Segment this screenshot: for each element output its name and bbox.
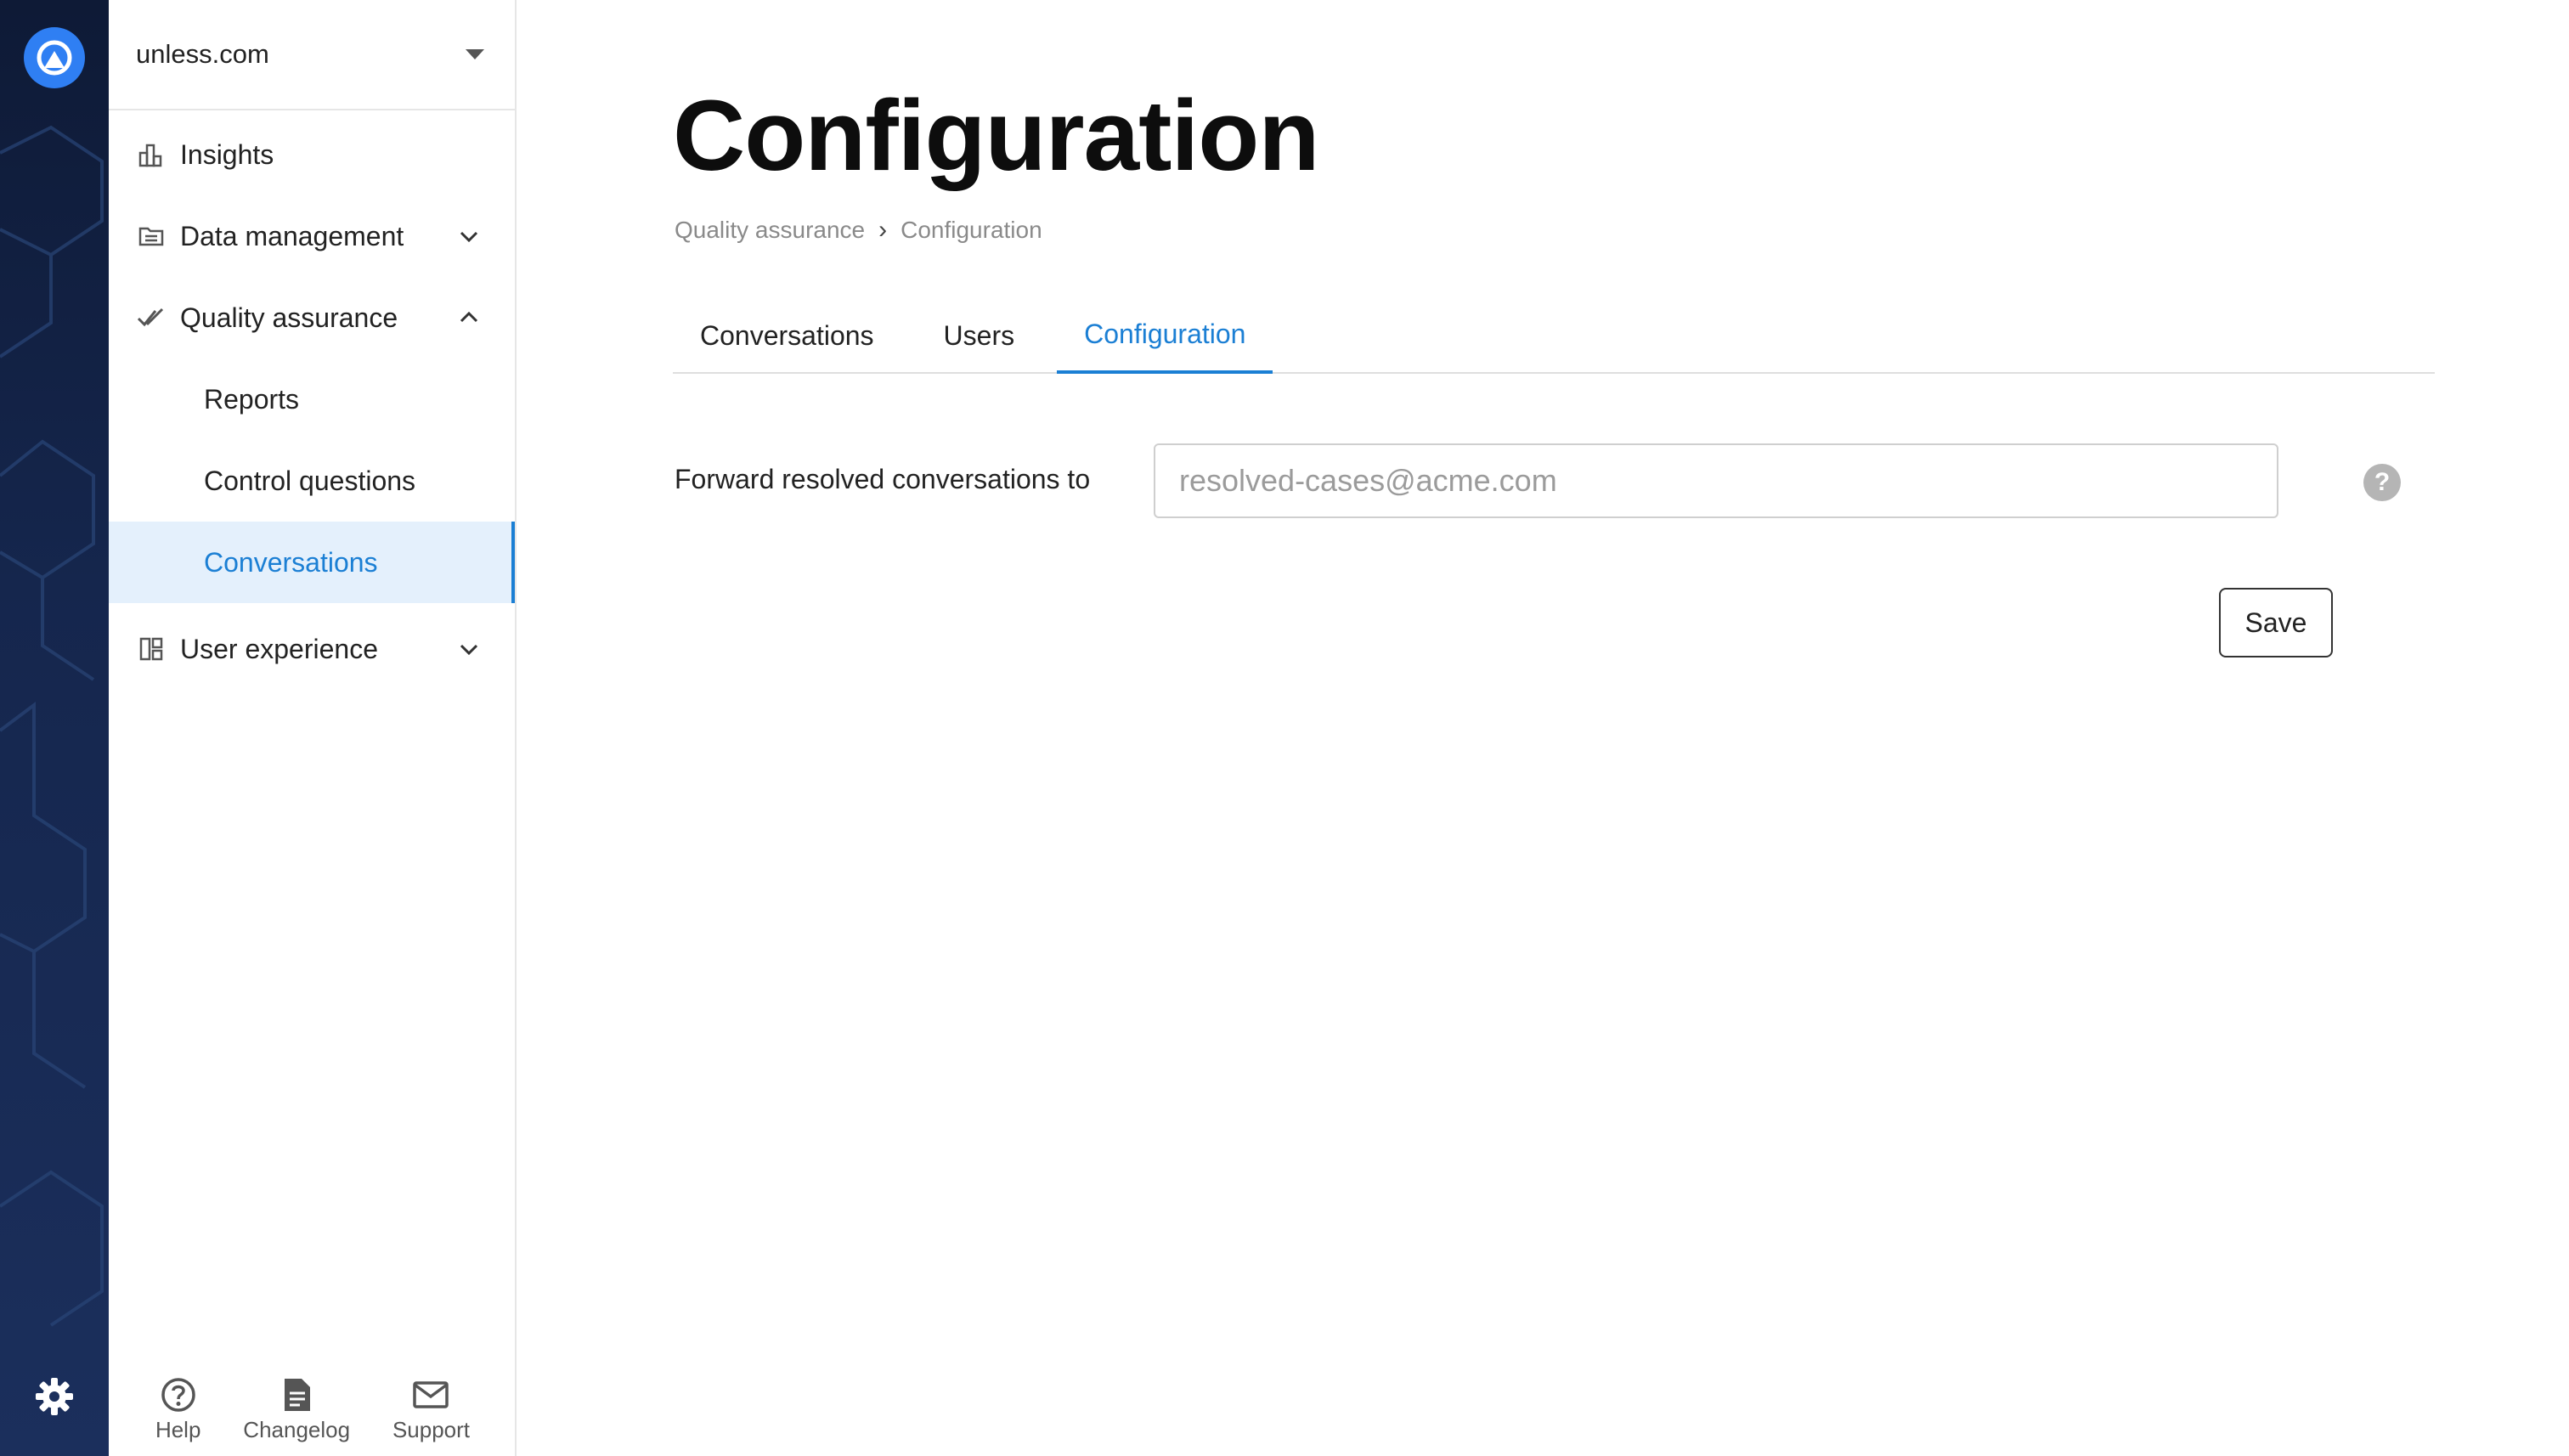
folder-icon	[136, 221, 167, 251]
chevron-down-icon[interactable]	[457, 224, 481, 248]
breadcrumb-current: Configuration	[901, 217, 1042, 243]
forward-email-label: Forward resolved conversations to	[675, 464, 1091, 494]
sidebar-subitem-conversations[interactable]: Conversations	[109, 522, 515, 603]
sidebar-subitem-label: Conversations	[204, 546, 378, 578]
tab-users[interactable]: Users	[917, 297, 1042, 374]
tab-conversations[interactable]: Conversations	[673, 297, 901, 374]
changelog-label: Changelog	[243, 1416, 351, 1442]
forward-email-input[interactable]	[1154, 443, 2278, 518]
workspace-switcher[interactable]: unless.com	[109, 0, 515, 110]
sidebar-item-insights[interactable]: Insights	[109, 114, 515, 195]
sidebar-subitem-label: Reports	[204, 383, 300, 415]
sidebar-item-label: Insights	[180, 138, 274, 170]
settings-gear-icon[interactable]	[34, 1376, 75, 1417]
help-tooltip-icon[interactable]: ?	[2363, 464, 2401, 501]
app-logo[interactable]	[24, 27, 85, 88]
sidebar-item-label: Quality assurance	[180, 302, 398, 333]
sidebar-nav: Insights Data management Quality assuran…	[109, 114, 515, 690]
sidebar-subitem-control-questions[interactable]: Control questions	[109, 440, 515, 522]
sidebar-item-label: User experience	[180, 633, 378, 664]
sidebar-subitem-reports[interactable]: Reports	[109, 358, 515, 440]
breadcrumb-link[interactable]: Quality assurance	[675, 217, 865, 244]
sidebar-item-data-management[interactable]: Data management	[109, 195, 515, 277]
background-pattern	[0, 125, 104, 1327]
document-icon	[285, 1378, 311, 1411]
check-icon	[136, 302, 167, 333]
workspace-name: unless.com	[136, 39, 269, 69]
chevron-down-icon[interactable]	[457, 637, 481, 661]
layout-icon	[136, 634, 167, 664]
support-link[interactable]: Support	[392, 1376, 470, 1443]
support-label: Support	[392, 1416, 471, 1442]
help-circle-icon	[161, 1377, 195, 1412]
tab-configuration[interactable]: Configuration	[1057, 297, 1273, 374]
sidebar-footer: Help Changelog Support	[109, 1363, 517, 1456]
changelog-link[interactable]: Changelog	[243, 1376, 350, 1443]
sidebar-item-user-experience[interactable]: User experience	[109, 608, 515, 690]
forward-setting-row: Forward resolved conversations to ?	[675, 442, 2459, 518]
chevron-up-icon[interactable]	[457, 306, 481, 330]
mail-icon	[413, 1380, 449, 1408]
tab-bar: Conversations Users Configuration	[673, 297, 2435, 374]
sidebar-item-quality-assurance[interactable]: Quality assurance	[109, 277, 515, 358]
page-title: Configuration	[673, 80, 1319, 192]
logo-icon	[37, 40, 72, 76]
breadcrumb-separator-icon: ›	[878, 216, 888, 244]
sidebar-item-label: Data management	[180, 220, 404, 251]
sidebar: unless.com Insights Data management Qual…	[109, 0, 517, 1456]
app-rail	[0, 0, 109, 1456]
bar-chart-icon	[136, 139, 167, 170]
caret-down-icon	[466, 49, 484, 59]
save-button[interactable]: Save	[2219, 588, 2333, 657]
help-label: Help	[155, 1416, 201, 1442]
sidebar-subitem-label: Control questions	[204, 465, 416, 496]
breadcrumb: Quality assurance › Configuration	[675, 216, 1042, 245]
help-link[interactable]: Help	[155, 1376, 200, 1443]
main-content: Configuration Quality assurance › Config…	[517, 0, 2569, 1456]
